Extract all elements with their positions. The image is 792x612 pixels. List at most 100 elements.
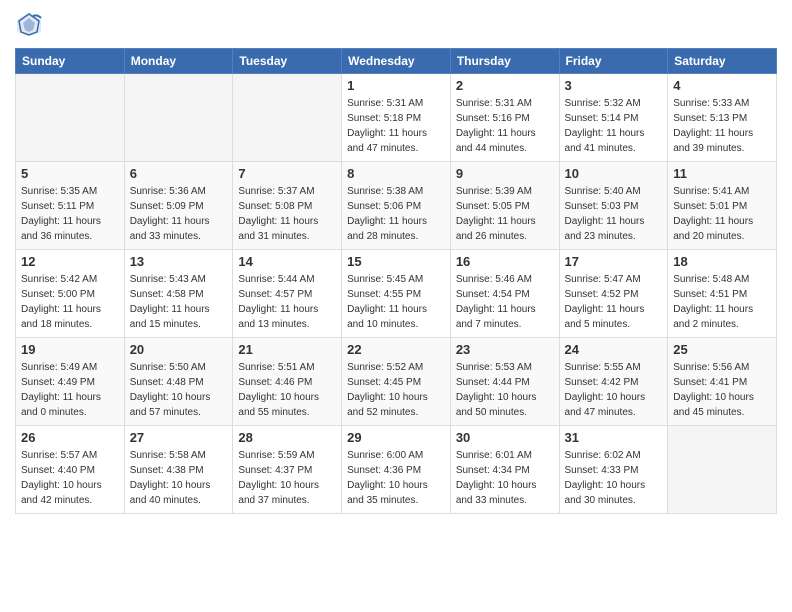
day-number: 28 (238, 430, 336, 445)
logo (15, 10, 47, 38)
calendar-cell (16, 74, 125, 162)
calendar-cell (233, 74, 342, 162)
calendar-cell: 3 Sunrise: 5:32 AM Sunset: 5:14 PM Daylig… (559, 74, 668, 162)
day-info: Sunrise: 5:57 AM Sunset: 4:40 PM Dayligh… (21, 448, 119, 508)
day-info: Sunrise: 5:33 AM Sunset: 5:13 PM Dayligh… (673, 96, 771, 156)
calendar-cell: 21 Sunrise: 5:51 AM Sunset: 4:46 PM Dayli… (233, 338, 342, 426)
day-number: 12 (21, 254, 119, 269)
calendar-cell: 20Sunrise: 5:50 AM Sunset: 4:48 PM Dayli… (124, 338, 233, 426)
day-number: 23 (456, 342, 554, 357)
day-info: Sunrise: 5:46 AM Sunset: 4:54 PM Dayligh… (456, 272, 554, 332)
weekday-header-row: SundayMondayTuesdayWednesdayThursdayFrid… (16, 49, 777, 74)
day-number: 29 (347, 430, 445, 445)
calendar: SundayMondayTuesdayWednesdayThursdayFrid… (15, 48, 777, 514)
day-number: 7 (238, 166, 336, 181)
calendar-cell: 11 Sunrise: 5:41 AM Sunset: 5:01 PM Dayli… (668, 162, 777, 250)
weekday-header-monday: Monday (124, 49, 233, 74)
day-number: 16 (456, 254, 554, 269)
day-number: 2 (456, 78, 554, 93)
day-number: 26 (21, 430, 119, 445)
calendar-cell: 2Sunrise: 5:31 AM Sunset: 5:16 PM Daylig… (450, 74, 559, 162)
calendar-cell: 8 Sunrise: 5:38 AM Sunset: 5:06 PM Daylig… (342, 162, 451, 250)
calendar-cell: 6 Sunrise: 5:36 AM Sunset: 5:09 PM Daylig… (124, 162, 233, 250)
day-number: 5 (21, 166, 119, 181)
calendar-week-3: 12 Sunrise: 5:42 AM Sunset: 5:00 PM Dayli… (16, 250, 777, 338)
calendar-cell: 12 Sunrise: 5:42 AM Sunset: 5:00 PM Dayli… (16, 250, 125, 338)
calendar-cell: 17 Sunrise: 5:47 AM Sunset: 4:52 PM Dayli… (559, 250, 668, 338)
calendar-week-1: 1 Sunrise: 5:31 AM Sunset: 5:18 PM Daylig… (16, 74, 777, 162)
day-number: 8 (347, 166, 445, 181)
day-info: Sunrise: 5:48 AM Sunset: 4:51 PM Dayligh… (673, 272, 771, 332)
day-number: 13 (130, 254, 228, 269)
day-info: Sunrise: 5:39 AM Sunset: 5:05 PM Dayligh… (456, 184, 554, 244)
day-number: 6 (130, 166, 228, 181)
calendar-cell: 29Sunrise: 6:00 AM Sunset: 4:36 PM Dayli… (342, 426, 451, 514)
weekday-header-thursday: Thursday (450, 49, 559, 74)
day-number: 27 (130, 430, 228, 445)
calendar-cell: 5 Sunrise: 5:35 AM Sunset: 5:11 PM Daylig… (16, 162, 125, 250)
calendar-cell: 28 Sunrise: 5:59 AM Sunset: 4:37 PM Dayli… (233, 426, 342, 514)
calendar-cell: 30Sunrise: 6:01 AM Sunset: 4:34 PM Dayli… (450, 426, 559, 514)
calendar-cell: 18 Sunrise: 5:48 AM Sunset: 4:51 PM Dayli… (668, 250, 777, 338)
calendar-cell: 23 Sunrise: 5:53 AM Sunset: 4:44 PM Dayli… (450, 338, 559, 426)
day-info: Sunrise: 5:50 AM Sunset: 4:48 PM Dayligh… (130, 360, 228, 420)
day-info: Sunrise: 5:41 AM Sunset: 5:01 PM Dayligh… (673, 184, 771, 244)
calendar-cell: 10 Sunrise: 5:40 AM Sunset: 5:03 PM Dayli… (559, 162, 668, 250)
day-info: Sunrise: 5:31 AM Sunset: 5:18 PM Dayligh… (347, 96, 445, 156)
day-info: Sunrise: 5:45 AM Sunset: 4:55 PM Dayligh… (347, 272, 445, 332)
calendar-cell: 14 Sunrise: 5:44 AM Sunset: 4:57 PM Dayli… (233, 250, 342, 338)
day-number: 3 (565, 78, 663, 93)
day-info: Sunrise: 5:42 AM Sunset: 5:00 PM Dayligh… (21, 272, 119, 332)
calendar-cell: 27 Sunrise: 5:58 AM Sunset: 4:38 PM Dayli… (124, 426, 233, 514)
day-number: 14 (238, 254, 336, 269)
calendar-cell: 31Sunrise: 6:02 AM Sunset: 4:33 PM Dayli… (559, 426, 668, 514)
day-info: Sunrise: 5:32 AM Sunset: 5:14 PM Dayligh… (565, 96, 663, 156)
day-number: 17 (565, 254, 663, 269)
day-number: 18 (673, 254, 771, 269)
day-number: 30 (456, 430, 554, 445)
day-info: Sunrise: 5:56 AM Sunset: 4:41 PM Dayligh… (673, 360, 771, 420)
day-info: Sunrise: 5:55 AM Sunset: 4:42 PM Dayligh… (565, 360, 663, 420)
day-info: Sunrise: 6:02 AM Sunset: 4:33 PM Dayligh… (565, 448, 663, 508)
day-number: 11 (673, 166, 771, 181)
weekday-header-wednesday: Wednesday (342, 49, 451, 74)
weekday-header-sunday: Sunday (16, 49, 125, 74)
day-info: Sunrise: 5:59 AM Sunset: 4:37 PM Dayligh… (238, 448, 336, 508)
day-number: 24 (565, 342, 663, 357)
day-info: Sunrise: 5:58 AM Sunset: 4:38 PM Dayligh… (130, 448, 228, 508)
calendar-cell: 26 Sunrise: 5:57 AM Sunset: 4:40 PM Dayli… (16, 426, 125, 514)
day-info: Sunrise: 5:36 AM Sunset: 5:09 PM Dayligh… (130, 184, 228, 244)
day-info: Sunrise: 5:35 AM Sunset: 5:11 PM Dayligh… (21, 184, 119, 244)
weekday-header-friday: Friday (559, 49, 668, 74)
calendar-week-5: 26 Sunrise: 5:57 AM Sunset: 4:40 PM Dayli… (16, 426, 777, 514)
day-number: 9 (456, 166, 554, 181)
calendar-cell: 13Sunrise: 5:43 AM Sunset: 4:58 PM Dayli… (124, 250, 233, 338)
calendar-week-4: 19Sunrise: 5:49 AM Sunset: 4:49 PM Dayli… (16, 338, 777, 426)
day-number: 21 (238, 342, 336, 357)
page: SundayMondayTuesdayWednesdayThursdayFrid… (0, 0, 792, 612)
calendar-cell (668, 426, 777, 514)
calendar-cell: 7 Sunrise: 5:37 AM Sunset: 5:08 PM Daylig… (233, 162, 342, 250)
calendar-cell: 9 Sunrise: 5:39 AM Sunset: 5:05 PM Daylig… (450, 162, 559, 250)
day-info: Sunrise: 5:49 AM Sunset: 4:49 PM Dayligh… (21, 360, 119, 420)
calendar-cell: 1 Sunrise: 5:31 AM Sunset: 5:18 PM Daylig… (342, 74, 451, 162)
day-number: 10 (565, 166, 663, 181)
day-info: Sunrise: 5:37 AM Sunset: 5:08 PM Dayligh… (238, 184, 336, 244)
calendar-cell: 19Sunrise: 5:49 AM Sunset: 4:49 PM Dayli… (16, 338, 125, 426)
day-info: Sunrise: 5:51 AM Sunset: 4:46 PM Dayligh… (238, 360, 336, 420)
day-info: Sunrise: 5:38 AM Sunset: 5:06 PM Dayligh… (347, 184, 445, 244)
day-info: Sunrise: 5:47 AM Sunset: 4:52 PM Dayligh… (565, 272, 663, 332)
day-number: 1 (347, 78, 445, 93)
day-info: Sunrise: 5:44 AM Sunset: 4:57 PM Dayligh… (238, 272, 336, 332)
header (15, 10, 777, 38)
calendar-cell: 15Sunrise: 5:45 AM Sunset: 4:55 PM Dayli… (342, 250, 451, 338)
weekday-header-saturday: Saturday (668, 49, 777, 74)
day-number: 22 (347, 342, 445, 357)
day-info: Sunrise: 5:53 AM Sunset: 4:44 PM Dayligh… (456, 360, 554, 420)
calendar-cell: 25 Sunrise: 5:56 AM Sunset: 4:41 PM Dayli… (668, 338, 777, 426)
calendar-cell: 22Sunrise: 5:52 AM Sunset: 4:45 PM Dayli… (342, 338, 451, 426)
day-info: Sunrise: 5:40 AM Sunset: 5:03 PM Dayligh… (565, 184, 663, 244)
calendar-cell: 4Sunrise: 5:33 AM Sunset: 5:13 PM Daylig… (668, 74, 777, 162)
day-number: 25 (673, 342, 771, 357)
logo-icon (15, 10, 43, 38)
